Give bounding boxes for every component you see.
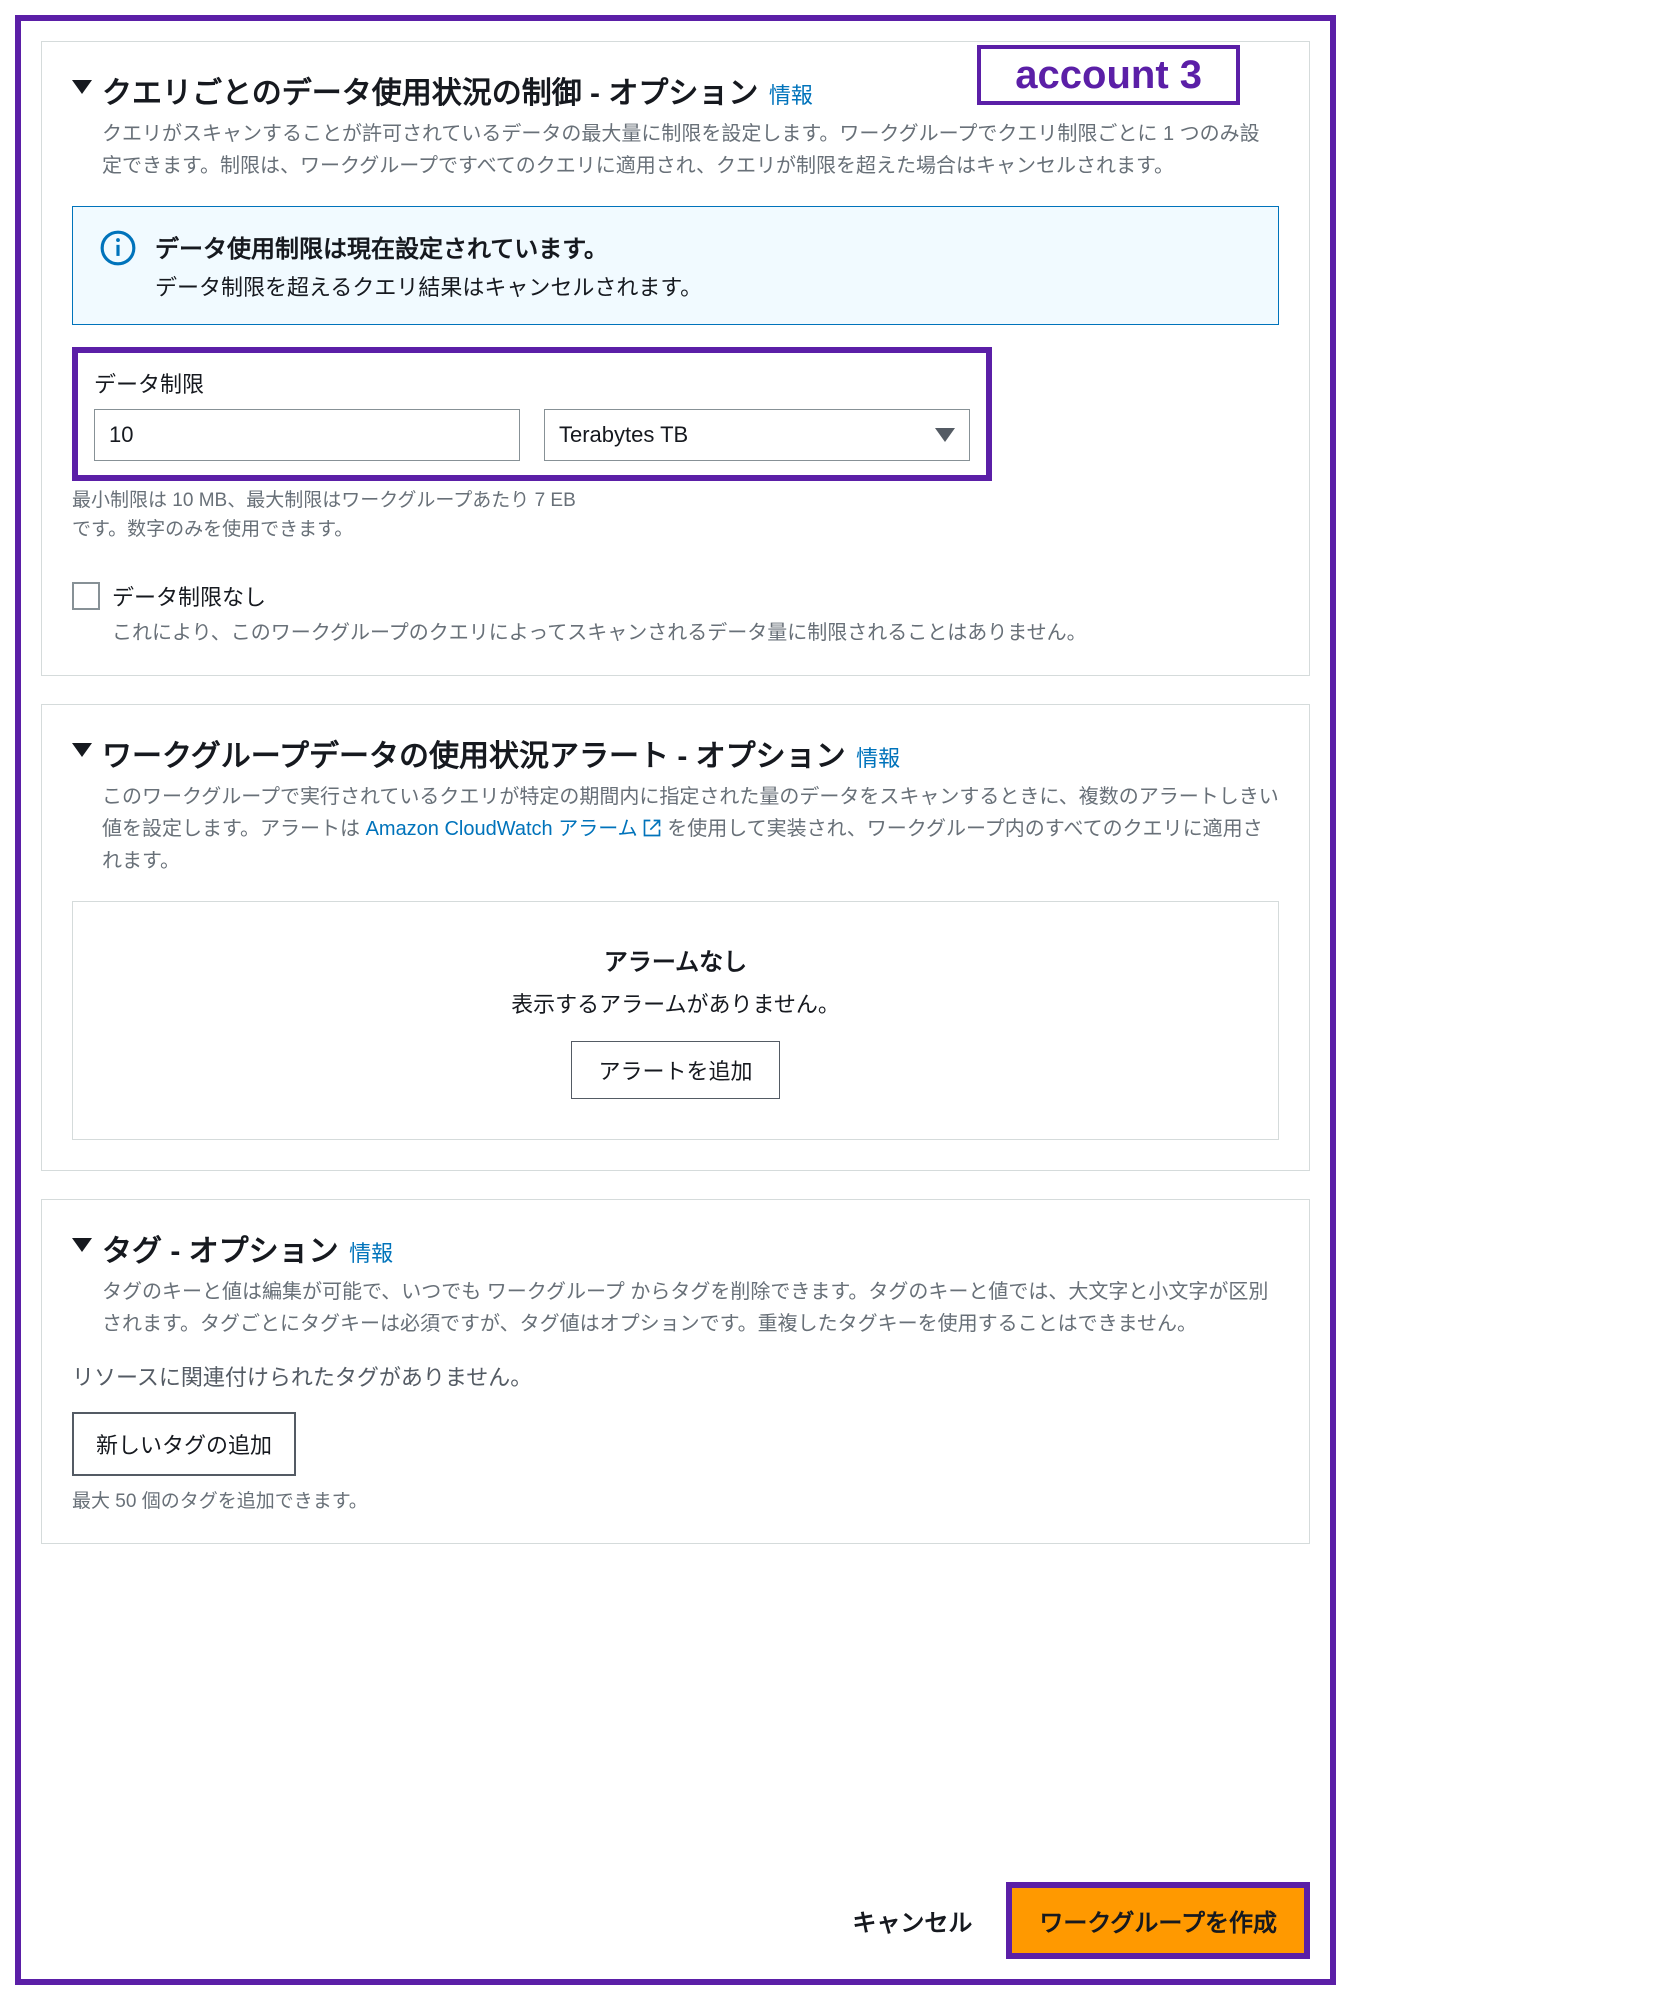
add-tag-button[interactable]: 新しいタグの追加 bbox=[72, 1412, 296, 1476]
panel-tags: タグ - オプション 情報 タグのキーと値は編集が可能で、いつでも ワークグルー… bbox=[41, 1199, 1310, 1544]
panel-title: タグ - オプション bbox=[102, 1235, 339, 1268]
collapse-triangle-icon bbox=[72, 743, 92, 757]
highlight-create-button: ワークグループを作成 bbox=[1006, 1882, 1310, 1959]
panel-header[interactable]: ワークグループデータの使用状況アラート - オプション 情報 bbox=[72, 731, 1279, 775]
info-link[interactable]: 情報 bbox=[349, 1241, 393, 1266]
panel-description: クエリがスキャンすることが許可されているデータの最大量に制限を設定します。ワーク… bbox=[102, 118, 1279, 182]
footer-actions: キャンセル ワークグループを作成 bbox=[41, 1872, 1310, 1959]
panel-header[interactable]: タグ - オプション 情報 bbox=[72, 1226, 1279, 1270]
no-data-limit-checkbox[interactable] bbox=[72, 582, 100, 610]
info-link[interactable]: 情報 bbox=[769, 83, 813, 108]
tags-hint: 最大 50 個のタグを追加できます。 bbox=[72, 1486, 1279, 1513]
info-banner-title: データ使用制限は現在設定されています。 bbox=[155, 229, 702, 264]
panel-description: タグのキーと値は編集が可能で、いつでも ワークグループ からタグを削除できます。… bbox=[102, 1276, 1279, 1340]
info-banner-sub: データ制限を超えるクエリ結果はキャンセルされます。 bbox=[155, 270, 702, 302]
data-limit-unit-select[interactable]: Terabytes TB bbox=[544, 409, 970, 461]
panel-per-query-data-control: クエリごとのデータ使用状況の制御 - オプション 情報 クエリがスキャンすること… bbox=[41, 41, 1310, 676]
alarms-empty-title: アラームなし bbox=[93, 942, 1258, 977]
create-workgroup-button[interactable]: ワークグループを作成 bbox=[1012, 1888, 1304, 1953]
panel-title: クエリごとのデータ使用状況の制御 - オプション bbox=[102, 77, 758, 110]
info-link[interactable]: 情報 bbox=[856, 746, 900, 771]
no-data-limit-desc: これにより、このワークグループのクエリによってスキャンされるデータ量に制限される… bbox=[112, 616, 1087, 645]
panel-workgroup-alerts: ワークグループデータの使用状況アラート - オプション 情報 このワークグループ… bbox=[41, 704, 1310, 1171]
external-link-icon bbox=[642, 818, 662, 838]
data-limit-hint: 最小制限は 10 MB、最大制限はワークグループあたり 7 EB です。数字のみ… bbox=[72, 487, 592, 544]
info-icon bbox=[99, 229, 137, 267]
highlight-data-limit-field: データ制限 Terabytes TB bbox=[72, 347, 992, 481]
collapse-triangle-icon bbox=[72, 1238, 92, 1252]
cancel-button[interactable]: キャンセル bbox=[846, 1902, 978, 1939]
add-alert-button[interactable]: アラートを追加 bbox=[571, 1041, 779, 1099]
panel-description: このワークグループで実行されているクエリが特定の期間内に指定された量のデータをス… bbox=[102, 781, 1279, 877]
panel-title: ワークグループデータの使用状況アラート - オプション bbox=[102, 740, 846, 773]
info-banner: データ使用制限は現在設定されています。 データ制限を超えるクエリ結果はキャンセル… bbox=[72, 206, 1279, 325]
page-frame: account 3 クエリごとのデータ使用状況の制御 - オプション 情報 クエ… bbox=[15, 15, 1336, 1985]
no-data-limit-label: データ制限なし bbox=[112, 580, 1087, 612]
data-limit-input[interactable] bbox=[94, 409, 520, 461]
alarms-empty-box: アラームなし 表示するアラームがありません。 アラートを追加 bbox=[72, 901, 1279, 1140]
annotation-account-badge: account 3 bbox=[977, 45, 1240, 105]
chevron-down-icon bbox=[935, 428, 955, 442]
field-label-data-limit: データ制限 bbox=[94, 367, 970, 399]
tags-empty-text: リソースに関連付けられたタグがありません。 bbox=[72, 1360, 1279, 1392]
collapse-triangle-icon bbox=[72, 80, 92, 94]
alarms-empty-sub: 表示するアラームがありません。 bbox=[93, 987, 1258, 1019]
select-value: Terabytes TB bbox=[559, 422, 688, 448]
cloudwatch-alarms-link[interactable]: Amazon CloudWatch アラーム bbox=[366, 818, 662, 840]
